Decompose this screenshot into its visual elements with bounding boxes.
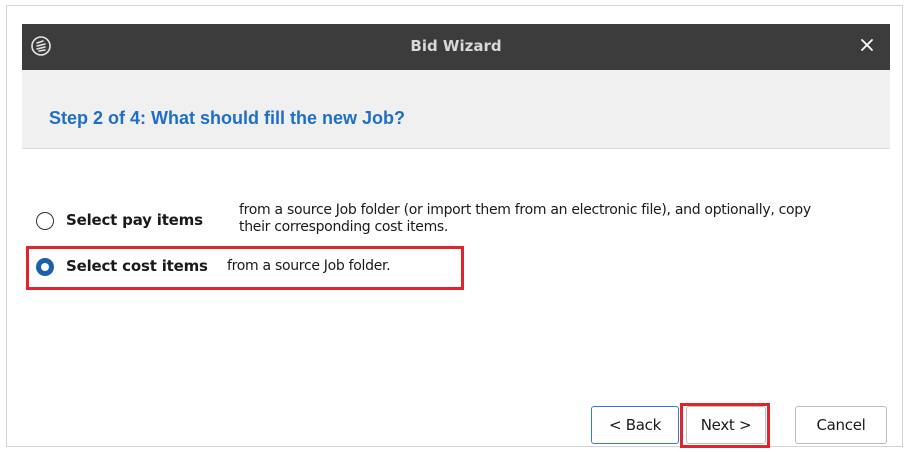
close-icon	[860, 38, 874, 57]
title-bar[interactable]: Bid Wizard	[22, 24, 890, 70]
pay-items-description-line2: their corresponding cost items.	[239, 219, 449, 235]
bid-wizard-dialog: Bid Wizard Step 2 of 4: What should fill…	[22, 24, 890, 448]
cancel-button[interactable]: Cancel	[795, 406, 887, 444]
wizard-content: Select pay items from a source Job folde…	[22, 149, 890, 448]
pay-items-radio[interactable]	[36, 212, 54, 230]
close-button[interactable]	[844, 24, 890, 70]
step-title: Step 2 of 4: What should fill the new Jo…	[49, 108, 406, 128]
back-button[interactable]: < Back	[591, 406, 679, 444]
cost-items-description: from a source Job folder.	[227, 258, 391, 274]
cost-items-radio[interactable]	[36, 258, 54, 276]
wizard-header: Step 2 of 4: What should fill the new Jo…	[22, 70, 890, 149]
pay-items-description-line1: from a source Job folder (or import them…	[239, 202, 811, 218]
cost-items-label[interactable]: Select cost items	[66, 257, 208, 275]
next-button[interactable]: Next >	[686, 406, 766, 444]
window-title: Bid Wizard	[410, 37, 502, 55]
pay-items-label[interactable]: Select pay items	[66, 211, 203, 229]
